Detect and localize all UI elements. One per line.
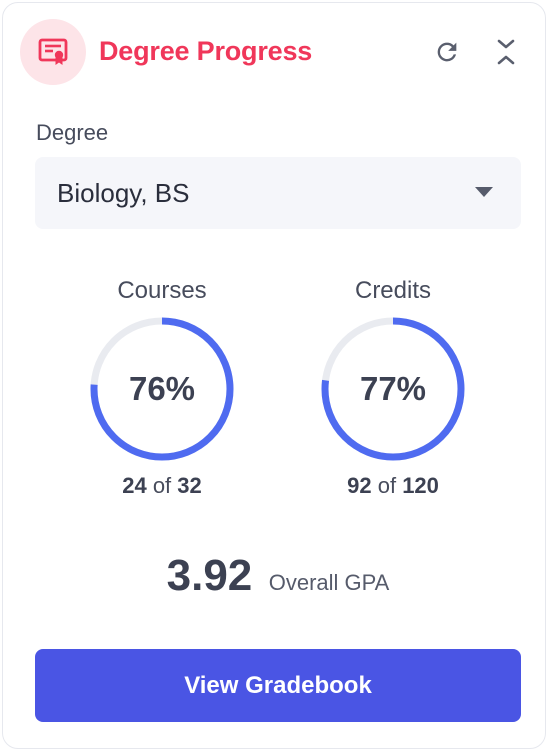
degree-selected-value: Biology, BS <box>57 178 190 208</box>
gpa-label: Overall GPA <box>268 570 390 595</box>
courses-title: Courses <box>117 277 207 304</box>
card-title: Degree Progress <box>99 36 313 66</box>
credits-total: 120 <box>402 473 439 498</box>
courses-percent: 76% <box>128 370 196 407</box>
degree-progress-card: Degree Progress Degree Biology, BS Cours… <box>2 2 546 749</box>
refresh-icon <box>437 42 457 62</box>
collapse-icon <box>497 39 515 65</box>
credits-of: of <box>377 473 397 498</box>
degree-label: Degree <box>36 120 109 145</box>
collapse-button[interactable] <box>488 34 524 70</box>
courses-progress-ring: 76% <box>88 315 236 463</box>
certificate-icon <box>20 19 86 85</box>
credits-progress-ring: 77% <box>319 315 467 463</box>
courses-stat: Courses 76% 24 of 32 <box>72 277 252 499</box>
courses-total: 32 <box>177 473 202 498</box>
credits-stat: Credits 77% 92 of 120 <box>303 277 483 499</box>
gpa-row: 3.92 Overall GPA <box>3 551 550 601</box>
refresh-button[interactable] <box>429 34 465 70</box>
degree-select[interactable]: Biology, BS <box>35 157 521 229</box>
view-gradebook-button[interactable]: View Gradebook <box>35 649 521 722</box>
courses-count: 24 of 32 <box>72 473 252 499</box>
credits-title: Credits <box>354 277 432 304</box>
credits-percent: 77% <box>359 370 427 407</box>
caret-down-icon <box>475 187 493 197</box>
credits-count: 92 of 120 <box>303 473 483 499</box>
credits-completed: 92 <box>347 473 372 498</box>
courses-completed: 24 <box>122 473 147 498</box>
gpa-value: 3.92 <box>166 551 253 600</box>
courses-of: of <box>152 473 172 498</box>
